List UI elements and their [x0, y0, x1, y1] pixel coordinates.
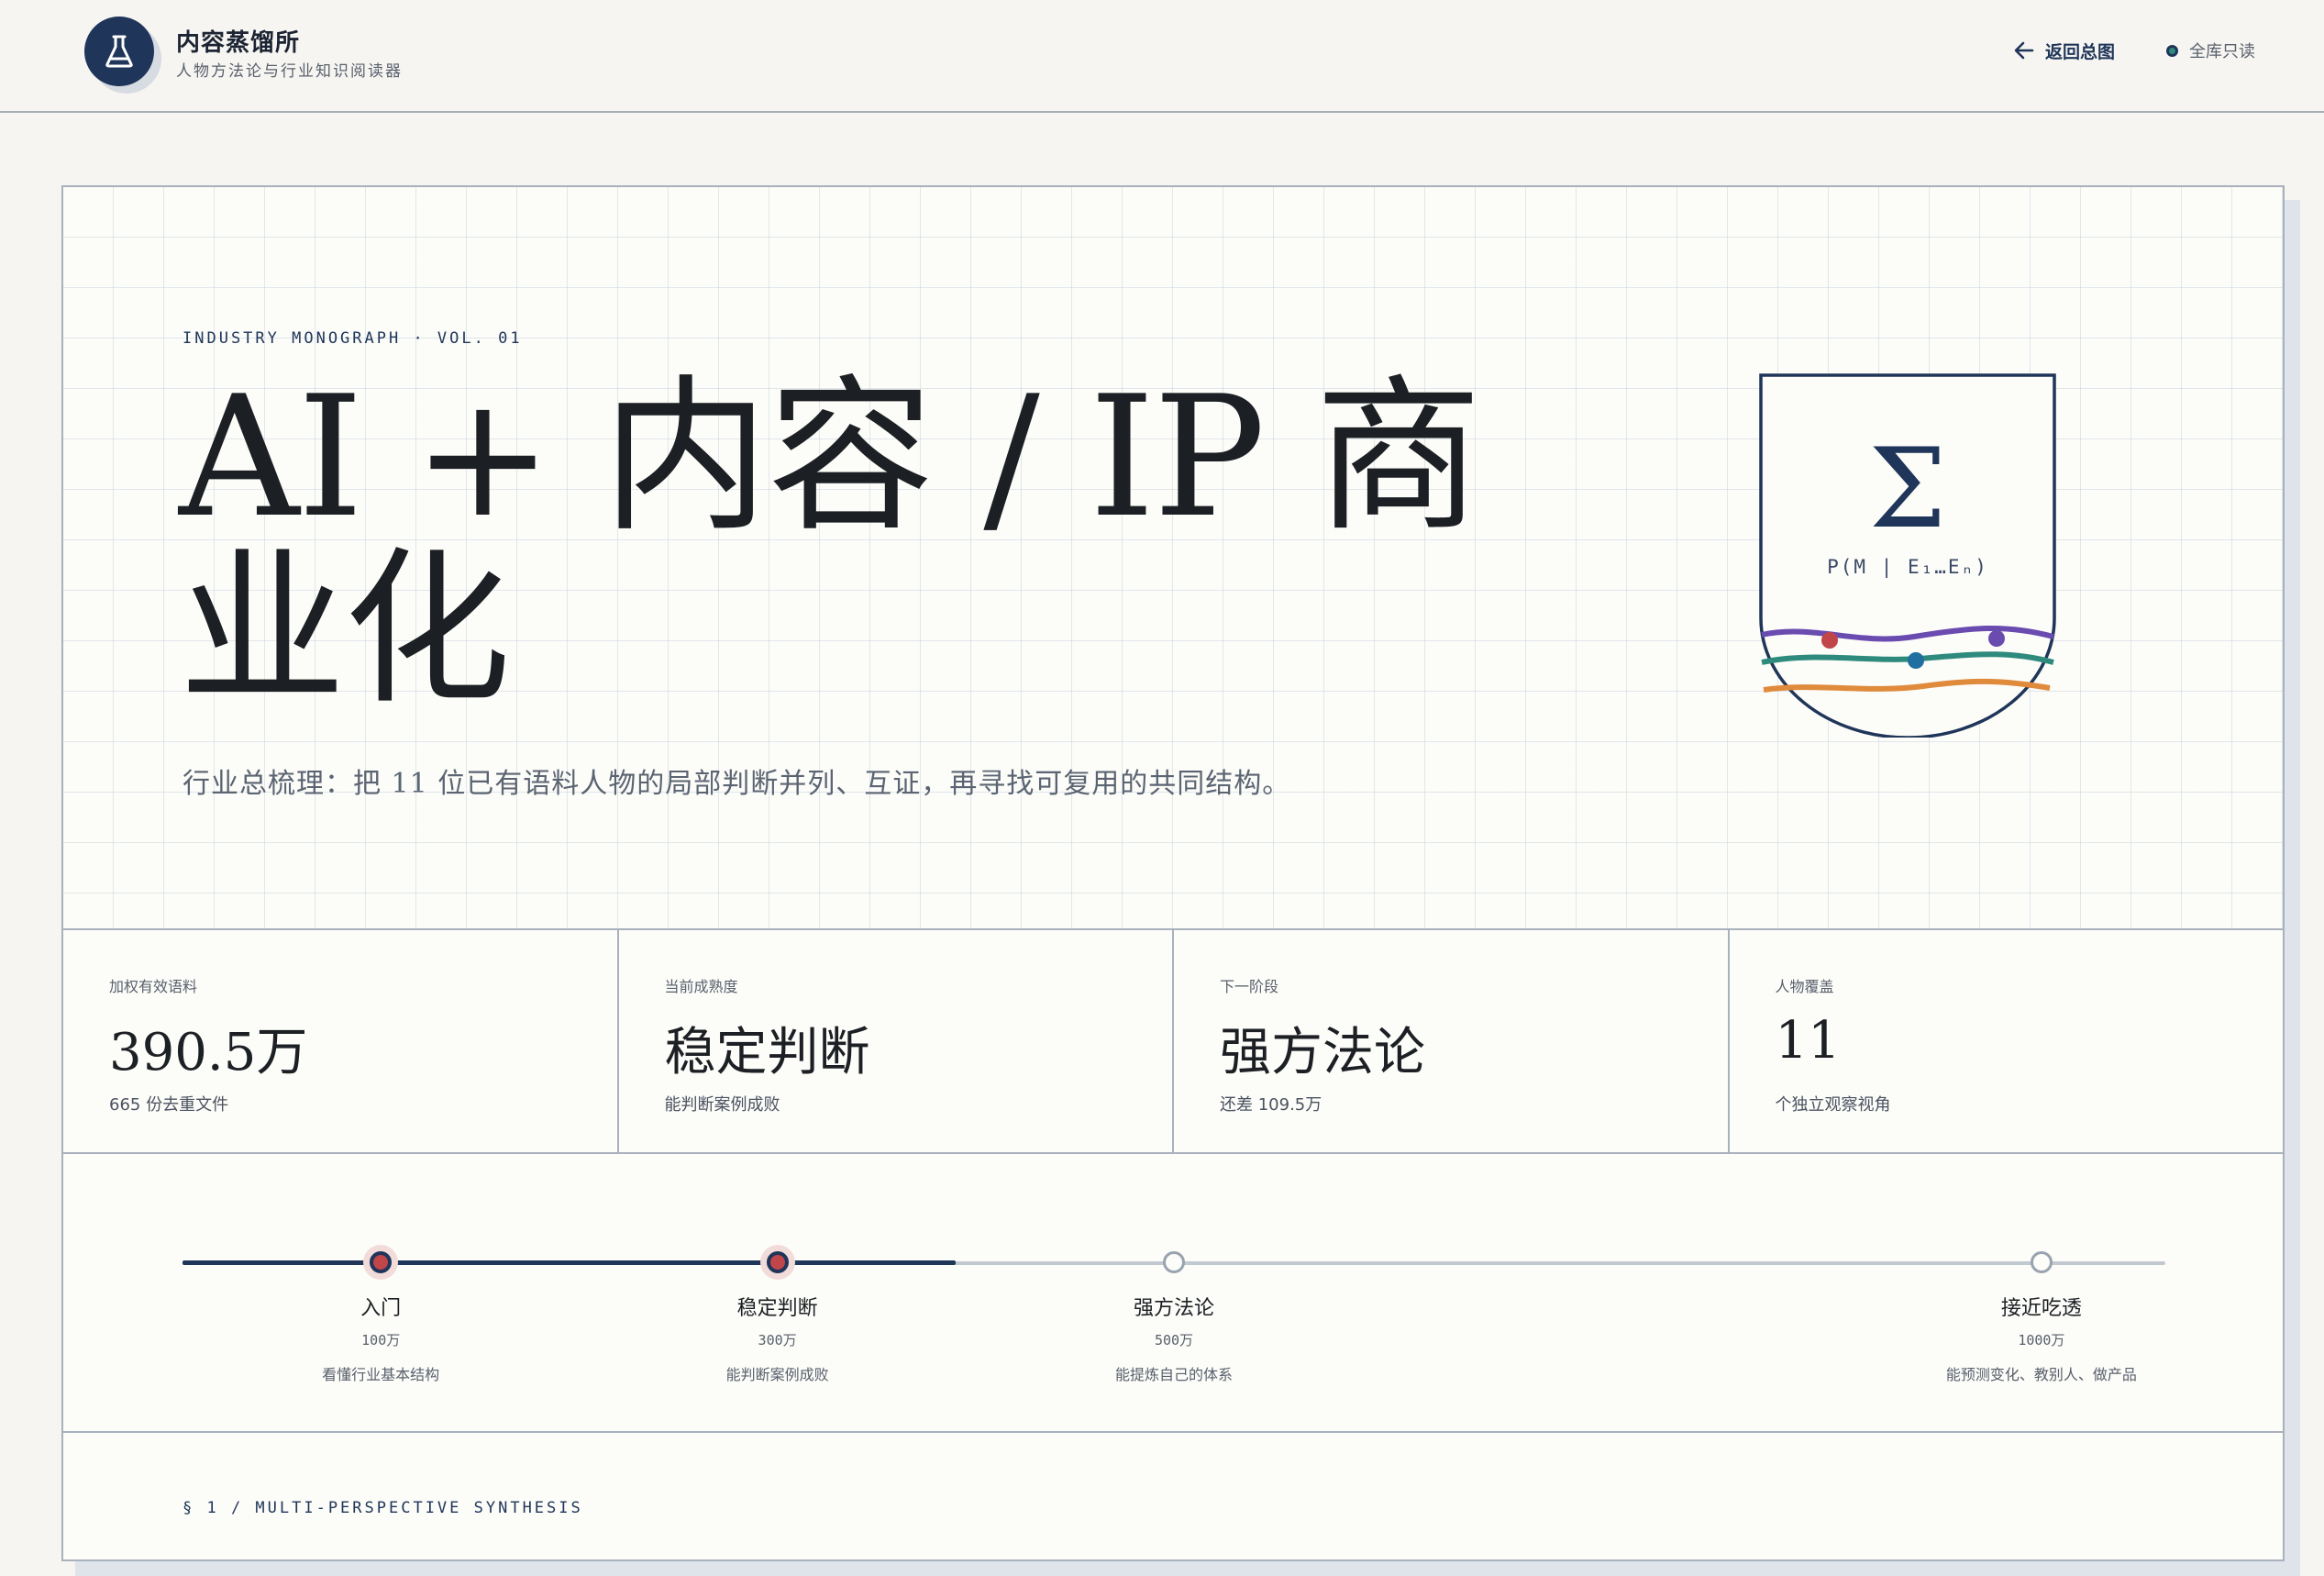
milestone-desc: 能提炼自己的体系 — [1114, 1366, 1233, 1383]
sigma-emblem-icon: Σ P(M | E₁…Eₙ) — [1759, 373, 2056, 738]
maturity-progress: 入门 100万 看懂行业基本结构 稳定判断 300万 能判断案例成败 强方法论 … — [63, 1154, 2283, 1433]
monograph-card: INDUSTRY MONOGRAPH · VOL. 01 AI + 内容 / I… — [61, 185, 2285, 1561]
readonly-status: 全库只读 — [2166, 39, 2255, 62]
hero-section: INDUSTRY MONOGRAPH · VOL. 01 AI + 内容 / I… — [63, 187, 2283, 930]
milestone-node-icon — [370, 1251, 393, 1273]
emblem-formula: P(M | E₁…Eₙ) — [1827, 556, 1988, 579]
stat-people-coverage: 人物覆盖 11 个独立观察视角 — [1730, 930, 2284, 1152]
stat-note: 个独立观察视角 — [1775, 1095, 1891, 1115]
stats-row: 加权有效语料 390.5万 665 份去重文件 当前成熟度 稳定判断 能判断案例… — [63, 930, 2283, 1154]
emblem-symbol: Σ — [1869, 426, 1947, 553]
milestone-amount: 1000万 — [2018, 1332, 2065, 1348]
stat-label: 人物覆盖 — [1775, 978, 1834, 995]
readonly-label: 全库只读 — [2189, 42, 2255, 61]
milestone-amount: 300万 — [758, 1332, 797, 1348]
logo[interactable] — [84, 17, 161, 94]
milestone-name: 接近吃透 — [2000, 1297, 2082, 1320]
milestone-node-icon — [2030, 1251, 2053, 1273]
milestone-mastery: 接近吃透 1000万 能预测变化、教别人、做产品 — [1895, 1246, 2188, 1384]
stat-value: 390.5万 — [109, 1023, 308, 1082]
stat-maturity: 当前成熟度 稳定判断 能判断案例成败 — [619, 930, 1174, 1152]
milestone-amount: 500万 — [1154, 1332, 1194, 1348]
back-link-label: 返回总图 — [2045, 41, 2116, 62]
page-subtitle: 行业总梳理：把 11 位已有语料人物的局部判断并列、互证，再寻找可复用的共同结构… — [183, 768, 1291, 800]
milestone-name: 入门 — [360, 1297, 402, 1320]
stat-value: 强方法论 — [1220, 1023, 1425, 1082]
section-heading: § 1 / MULTI-PERSPECTIVE SYNTHESIS — [183, 1499, 583, 1517]
brand-subtitle: 人物方法论与行业知识阅读器 — [176, 62, 403, 81]
brand-title: 内容蒸馏所 — [176, 29, 301, 57]
flask-icon — [84, 17, 154, 86]
stat-label: 加权有效语料 — [109, 978, 198, 995]
stat-note: 还差 109.5万 — [1220, 1095, 1322, 1115]
stat-value: 稳定判断 — [664, 1023, 870, 1082]
milestone-desc: 看懂行业基本结构 — [322, 1366, 440, 1383]
status-dot-icon — [2166, 44, 2178, 57]
milestone-desc: 能判断案例成败 — [725, 1366, 829, 1383]
milestone-amount: 100万 — [361, 1332, 401, 1348]
top-header: 内容蒸馏所 人物方法论与行业知识阅读器 返回总图 全库只读 — [0, 0, 2324, 113]
milestone-node-icon — [1163, 1251, 1185, 1273]
milestone-name: 稳定判断 — [736, 1297, 818, 1320]
milestone-strong-method: 强方法论 500万 能提炼自己的体系 — [1027, 1246, 1321, 1384]
milestone-entry: 入门 100万 看懂行业基本结构 — [234, 1246, 527, 1384]
stat-label: 下一阶段 — [1220, 978, 1279, 995]
stat-value: 11 — [1775, 1011, 1841, 1071]
stat-next-stage: 下一阶段 强方法论 还差 109.5万 — [1174, 930, 1730, 1152]
stat-note: 665 份去重文件 — [109, 1095, 229, 1115]
kicker: INDUSTRY MONOGRAPH · VOL. 01 — [183, 329, 523, 348]
milestone-node-icon — [766, 1251, 789, 1273]
stat-corpus: 加权有效语料 390.5万 665 份去重文件 — [63, 930, 619, 1152]
milestone-desc: 能预测变化、教别人、做产品 — [1945, 1366, 2137, 1383]
back-to-overview-link[interactable]: 返回总图 — [2014, 37, 2115, 64]
arrow-left-icon — [2014, 41, 2034, 60]
milestone-name: 强方法论 — [1133, 1297, 1214, 1320]
stat-label: 当前成熟度 — [664, 978, 738, 995]
page-title: AI + 内容 / IP 商业化 — [179, 360, 1482, 727]
stat-note: 能判断案例成败 — [664, 1095, 780, 1115]
milestone-stable-judgement: 稳定判断 300万 能判断案例成败 — [631, 1246, 924, 1384]
